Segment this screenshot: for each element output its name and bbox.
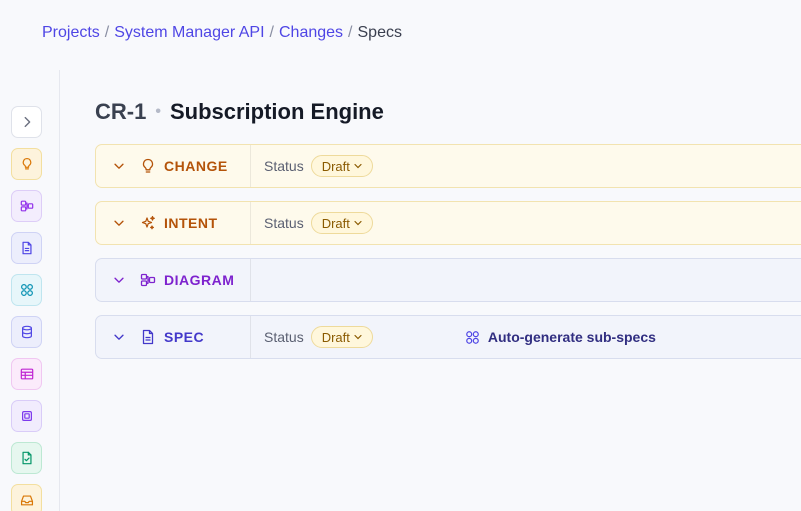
section-change-header[interactable]: CHANGE	[96, 145, 251, 187]
section-spec: SPEC Status Draft Auto-generate sub-spec…	[95, 315, 801, 359]
file-check-icon	[21, 451, 32, 465]
sidebar-item-diagram[interactable]	[11, 190, 42, 222]
grid-icon	[466, 330, 479, 344]
change-request-id: CR-1	[95, 99, 147, 124]
sidebar	[11, 106, 45, 511]
section-intent: INTENT Status Draft	[95, 201, 801, 245]
section-label: INTENT	[164, 215, 218, 231]
diagram-icon	[140, 273, 156, 287]
status-label: Status	[264, 158, 304, 174]
section-change: CHANGE Status Draft	[95, 144, 801, 188]
chevron-down-icon	[354, 163, 362, 169]
section-intent-header[interactable]: INTENT	[96, 202, 251, 244]
chevron-down-icon[interactable]	[112, 159, 126, 173]
breadcrumb-system-manager-api[interactable]: System Manager API	[114, 24, 264, 41]
breadcrumb-separator: /	[269, 24, 274, 41]
database-icon	[21, 325, 32, 339]
section-spec-header[interactable]: SPEC	[96, 316, 251, 358]
section-diagram: DIAGRAM	[95, 258, 801, 302]
lightbulb-icon	[142, 158, 154, 173]
sidebar-item-table[interactable]	[11, 358, 42, 390]
sidebar-item-file-check[interactable]	[11, 442, 42, 474]
breadcrumb-projects[interactable]: Projects	[42, 24, 100, 41]
status-label: Status	[264, 215, 304, 231]
chevron-right-icon	[24, 116, 30, 128]
sidebar-item-chip[interactable]	[11, 400, 42, 432]
section-label: SPEC	[164, 329, 205, 345]
section-label: DIAGRAM	[164, 272, 235, 288]
chip-icon	[21, 411, 32, 421]
breadcrumb-separator: /	[348, 24, 353, 41]
breadcrumb-changes[interactable]: Changes	[279, 24, 343, 41]
inbox-icon	[20, 495, 33, 506]
sidebar-item-spec[interactable]	[11, 232, 42, 264]
chevron-down-icon	[354, 334, 362, 340]
page-title: CR-1 • Subscription Engine	[95, 98, 384, 126]
status-dropdown[interactable]: Draft	[310, 326, 373, 348]
sidebar-toggle-button[interactable]	[11, 106, 42, 138]
status-value: Draft	[321, 329, 350, 345]
diagram-icon	[20, 200, 33, 212]
sidebar-item-change[interactable]	[11, 148, 42, 180]
breadcrumb-current: Specs	[357, 24, 402, 41]
status-label: Status	[264, 329, 304, 345]
sidebar-item-inbox[interactable]	[11, 484, 42, 511]
grid-icon	[20, 284, 33, 296]
status-dropdown[interactable]: Draft	[310, 212, 373, 234]
sidebar-item-components[interactable]	[11, 274, 42, 306]
change-request-name: Subscription Engine	[169, 99, 384, 124]
section-label: CHANGE	[164, 158, 228, 174]
document-icon	[142, 329, 154, 345]
sidebar-item-database[interactable]	[11, 316, 42, 348]
status-dropdown[interactable]: Draft	[310, 155, 373, 177]
auto-generate-label: Auto-generate sub-specs	[487, 329, 656, 345]
breadcrumb-separator: /	[104, 24, 110, 41]
auto-generate-sub-specs-button[interactable]: Auto-generate sub-specs	[465, 329, 656, 345]
table-icon	[20, 368, 33, 380]
chevron-down-icon	[354, 220, 362, 226]
breadcrumb: Projects / System Manager API / Changes / Spec…	[42, 23, 402, 43]
document-icon	[21, 241, 32, 255]
lightbulb-icon	[22, 157, 31, 170]
sparkles-icon	[141, 215, 155, 230]
status-value: Draft	[321, 158, 350, 174]
title-separator: •	[155, 103, 161, 120]
chevron-down-icon[interactable]	[112, 273, 126, 287]
sidebar-divider	[59, 70, 60, 511]
chevron-down-icon[interactable]	[112, 330, 126, 344]
section-diagram-header[interactable]: DIAGRAM	[96, 259, 251, 301]
chevron-down-icon[interactable]	[112, 216, 126, 230]
status-value: Draft	[321, 215, 350, 231]
